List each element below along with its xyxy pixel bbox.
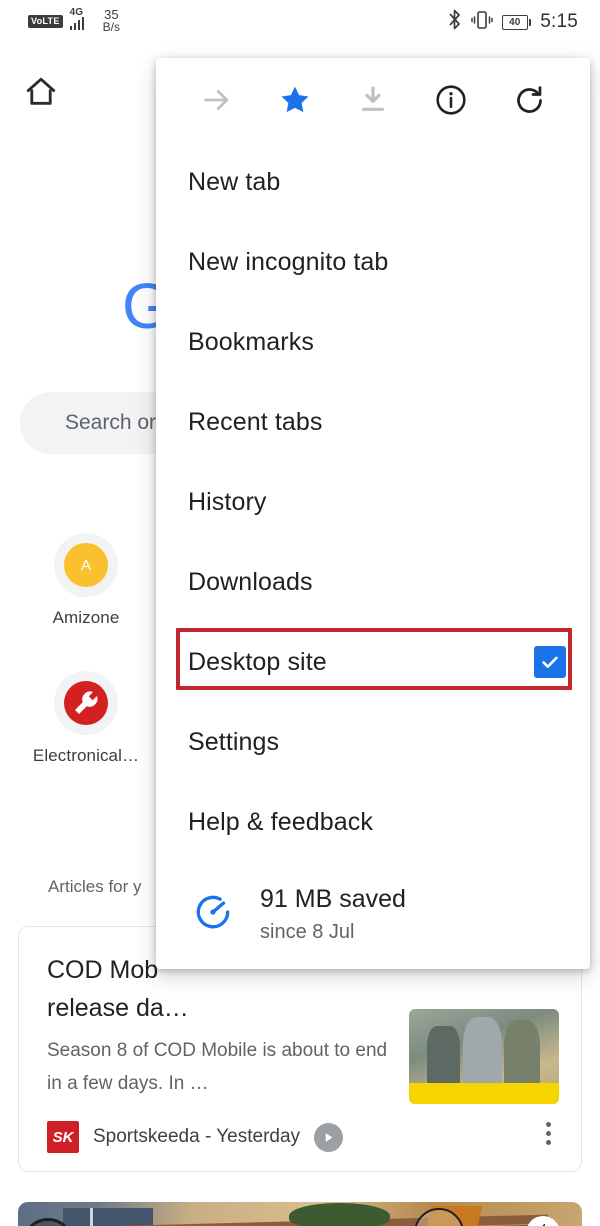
status-bar-left: VoLTE 4G 35 B/s [28, 8, 120, 34]
menu-item-label: Help & feedback [188, 808, 373, 837]
shortcut-tile-label: Amizone [11, 608, 161, 628]
menu-item-downloads[interactable]: Downloads [156, 542, 590, 622]
browser-overflow-menu: New tab New incognito tab Bookmarks Rece… [156, 58, 590, 969]
menu-item-label: Bookmarks [188, 328, 314, 357]
data-speed-unit: B/s [103, 21, 120, 33]
menu-item-history[interactable]: History [156, 462, 590, 542]
article-footer: SK Sportskeeda - Yesterday [47, 1103, 343, 1171]
menu-item-new-incognito-tab[interactable]: New incognito tab [156, 222, 590, 302]
menu-item-settings[interactable]: Settings [156, 702, 590, 782]
battery-level-label: 40 [502, 15, 528, 30]
amizone-badge-letter: A [64, 543, 108, 587]
play-icon[interactable] [314, 1123, 343, 1152]
overflow-menu-icon[interactable] [546, 1118, 551, 1149]
shortcut-tile-electronical[interactable]: Electronical… [11, 671, 161, 766]
status-bar: VoLTE 4G 35 B/s 40 [0, 0, 600, 48]
phone-screen: VoLTE 4G 35 B/s 40 [0, 0, 600, 1226]
vibrate-icon [471, 10, 493, 35]
desktop-site-checkbox[interactable] [534, 646, 566, 678]
menu-item-data-saver[interactable]: 91 MB saved since 8 Jul [156, 862, 590, 957]
info-icon[interactable] [427, 76, 475, 124]
data-saver-since: since 8 Jul [260, 916, 406, 948]
article-thumbnail [409, 1009, 559, 1104]
status-bar-right: 40 5:15 [447, 9, 578, 35]
menu-item-label: Recent tabs [188, 408, 323, 437]
menu-item-label: Downloads [188, 568, 313, 597]
article-description: Season 8 of COD Mobile is about to end i… [47, 1034, 402, 1100]
article-source: Sportskeeda - Yesterday [93, 1126, 300, 1148]
amizone-icon: A [54, 533, 118, 597]
bottom-image-card[interactable]: wsxdn.com [18, 1202, 582, 1226]
menu-item-bookmarks[interactable]: Bookmarks [156, 302, 590, 382]
menu-item-label: New incognito tab [188, 248, 388, 277]
battery-icon: 40 [502, 15, 532, 30]
menu-item-new-tab[interactable]: New tab [156, 142, 590, 222]
shortcut-tile-label: Electronical… [11, 746, 161, 766]
menu-item-label: History [188, 488, 266, 517]
menu-item-label: Settings [188, 728, 279, 757]
data-saver-text: 91 MB saved since 8 Jul [260, 882, 406, 948]
star-icon[interactable] [271, 76, 319, 124]
article-title-line2: release da… [47, 989, 407, 1027]
data-saver-amount: 91 MB saved [260, 882, 406, 916]
bluetooth-icon [447, 9, 462, 35]
data-speed-indicator: 35 B/s [103, 9, 120, 33]
download-icon[interactable] [349, 76, 397, 124]
menu-item-recent-tabs[interactable]: Recent tabs [156, 382, 590, 462]
articles-heading: Articles for y [48, 877, 142, 897]
sportskeeda-logo: SK [47, 1121, 79, 1153]
shortcut-tile-amizone[interactable]: A Amizone [11, 533, 161, 628]
menu-item-label: New tab [188, 168, 280, 197]
speedometer-icon [192, 891, 234, 938]
signal-strength-icon: 4G [70, 8, 96, 34]
clock: 5:15 [540, 11, 578, 33]
signal-bars-icon [70, 16, 85, 30]
home-icon[interactable] [24, 75, 58, 114]
menu-item-help-feedback[interactable]: Help & feedback [156, 782, 590, 862]
menu-item-desktop-site[interactable]: Desktop site [156, 622, 590, 702]
forward-arrow-icon[interactable] [193, 76, 241, 124]
volte-icon: VoLTE [28, 15, 63, 28]
menu-top-actions [156, 58, 590, 142]
menu-item-label: Desktop site [188, 648, 327, 677]
reload-icon[interactable] [505, 76, 553, 124]
wrench-icon [54, 671, 118, 735]
